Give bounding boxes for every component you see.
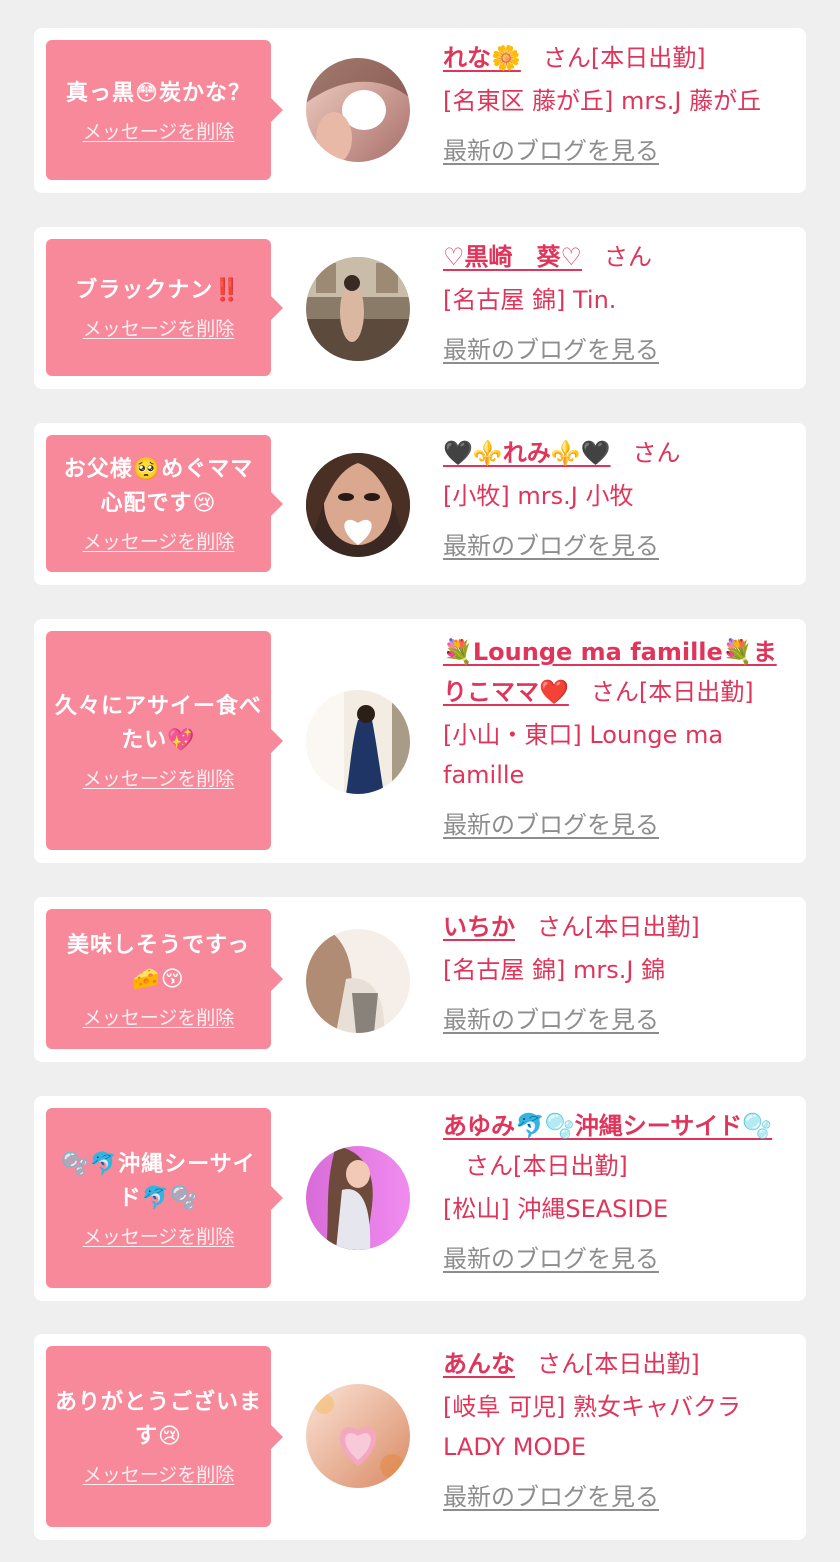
message-bubble: 🫧🐬沖縄シーサイド🐬🫧 メッセージを削除 — [46, 1108, 283, 1288]
work-status: [本日出勤] — [513, 1152, 628, 1180]
latest-blog-link[interactable]: 最新のブログを見る — [443, 1000, 659, 1040]
delete-message-link[interactable]: メッセージを削除 — [83, 1222, 235, 1249]
honorific-label: さん — [590, 678, 639, 706]
message-card: 真っ黒😳炭かな？ メッセージを削除 れな🌼 さん[本日出勤] [名東区 藤が丘] … — [34, 28, 806, 193]
latest-blog-link[interactable]: 最新のブログを見る — [443, 526, 659, 566]
message-text: ありがとうございます😢 — [54, 1390, 262, 1449]
cast-name-link[interactable]: ♡黒崎 葵♡ — [443, 243, 582, 271]
avatar[interactable] — [306, 453, 410, 557]
cast-name-link[interactable]: 🖤⚜️れみ⚜️🖤 — [443, 439, 611, 467]
avatar[interactable] — [306, 690, 410, 794]
message-text: 久々にアサイー食べたい💖 — [54, 694, 262, 753]
work-status: [本日出勤] — [585, 913, 700, 941]
latest-blog-link[interactable]: 最新のブログを見る — [443, 805, 659, 845]
honorific-label: さん — [604, 243, 653, 271]
avatar[interactable] — [306, 257, 410, 361]
message-card: お父様🥺めぐママ心配です😢 メッセージを削除 🖤⚜️れみ⚜️🖤 さん [小牧] m… — [34, 423, 806, 585]
delete-message-link[interactable]: メッセージを削除 — [83, 314, 235, 341]
shop-info: [小山・東口] Lounge ma famille — [443, 721, 724, 789]
latest-blog-link[interactable]: 最新のブログを見る — [443, 1477, 659, 1517]
message-text: 美味しそうですっ🧀😚 — [66, 932, 251, 992]
message-bubble: ありがとうございます😢 メッセージを削除 — [46, 1346, 283, 1527]
message-bubble: 久々にアサイー食べたい💖 メッセージを削除 — [46, 631, 283, 850]
honorific-label: さん — [537, 913, 585, 941]
message-card: 久々にアサイー食べたい💖 メッセージを削除 💐Lounge ma famille… — [34, 619, 806, 863]
shop-info: [名古屋 錦] mrs.J 錦 — [443, 956, 666, 984]
message-card: ありがとうございます😢 メッセージを削除 あんな さん[本日出勤] [岐阜 可児]… — [34, 1334, 806, 1540]
cast-info: あんな さん[本日出勤] [岐阜 可児] 熟女キャバクラLADY MODE 最新の… — [443, 1344, 795, 1517]
honorific-label: さん — [542, 44, 591, 72]
message-text: 🫧🐬沖縄シーサイド🐬🫧 — [61, 1151, 256, 1211]
cast-info: 🖤⚜️れみ⚜️🖤 さん [小牧] mrs.J 小牧 最新のブログを見る — [443, 433, 795, 566]
avatar[interactable] — [306, 58, 410, 162]
message-card: ブラックナン‼️ メッセージを削除 ♡黒崎 葵♡ さん [名古屋 錦] Tin. … — [34, 227, 806, 389]
honorific-label: さん — [465, 1152, 513, 1180]
cast-info: あゆみ🐬🫧沖縄シーサイド🫧 さん[本日出勤] [松山] 沖縄SEASIDE 最新の… — [443, 1106, 795, 1279]
work-status: [本日出勤] — [638, 678, 754, 706]
message-bubble: ブラックナン‼️ メッセージを削除 — [46, 239, 283, 376]
cast-name-link[interactable]: いちか — [443, 913, 515, 941]
message-list: 真っ黒😳炭かな？ メッセージを削除 れな🌼 さん[本日出勤] [名東区 藤が丘] … — [0, 0, 840, 1562]
cast-info: 💐Lounge ma famille💐まりこママ❤️ さん[本日出勤] [小山・東… — [443, 632, 795, 845]
delete-message-link[interactable]: メッセージを削除 — [83, 117, 235, 144]
shop-info: [松山] 沖縄SEASIDE — [443, 1195, 669, 1223]
message-card: 🫧🐬沖縄シーサイド🐬🫧 メッセージを削除 あゆみ🐬🫧沖縄シーサイド🫧 さん[本日出… — [34, 1096, 806, 1301]
message-card: 美味しそうですっ🧀😚 メッセージを削除 いちか さん[本日出勤] [名古屋 錦] … — [34, 897, 806, 1062]
delete-message-link[interactable]: メッセージを削除 — [83, 764, 235, 791]
work-status: [本日出勤] — [590, 44, 706, 72]
message-bubble: 美味しそうですっ🧀😚 メッセージを削除 — [46, 909, 283, 1049]
shop-info: [名東区 藤が丘] mrs.J 藤が丘 — [443, 87, 762, 115]
cast-info: れな🌼 さん[本日出勤] [名東区 藤が丘] mrs.J 藤が丘 最新のブログを見… — [443, 38, 795, 171]
latest-blog-link[interactable]: 最新のブログを見る — [443, 131, 659, 171]
message-bubble: 真っ黒😳炭かな？ メッセージを削除 — [46, 40, 283, 180]
message-text: ブラックナン‼️ — [75, 278, 242, 303]
shop-info: [小牧] mrs.J 小牧 — [443, 482, 634, 510]
message-text: お父様🥺めぐママ心配です😢 — [63, 457, 254, 516]
delete-message-link[interactable]: メッセージを削除 — [83, 1460, 235, 1487]
message-text: 真っ黒😳炭かな？ — [66, 80, 251, 106]
cast-name-link[interactable]: あゆみ🐬🫧沖縄シーサイド🫧 — [443, 1112, 772, 1140]
honorific-label: さん — [537, 1350, 585, 1378]
cast-name-link[interactable]: れな🌼 — [443, 44, 521, 72]
latest-blog-link[interactable]: 最新のブログを見る — [443, 1239, 659, 1279]
work-status: [本日出勤] — [585, 1350, 700, 1378]
delete-message-link[interactable]: メッセージを削除 — [83, 527, 235, 554]
honorific-label: さん — [632, 439, 681, 467]
cast-info: いちか さん[本日出勤] [名古屋 錦] mrs.J 錦 最新のブログを見る — [443, 907, 795, 1040]
message-bubble: お父様🥺めぐママ心配です😢 メッセージを削除 — [46, 435, 283, 572]
shop-info: [岐阜 可児] 熟女キャバクラLADY MODE — [443, 1393, 741, 1461]
latest-blog-link[interactable]: 最新のブログを見る — [443, 330, 659, 370]
cast-info: ♡黒崎 葵♡ さん [名古屋 錦] Tin. 最新のブログを見る — [443, 237, 795, 370]
avatar[interactable] — [306, 1384, 410, 1488]
cast-name-link[interactable]: あんな — [443, 1350, 515, 1378]
avatar[interactable] — [306, 1146, 410, 1250]
delete-message-link[interactable]: メッセージを削除 — [83, 1003, 235, 1030]
avatar[interactable] — [306, 929, 410, 1033]
shop-info: [名古屋 錦] Tin. — [443, 286, 617, 314]
